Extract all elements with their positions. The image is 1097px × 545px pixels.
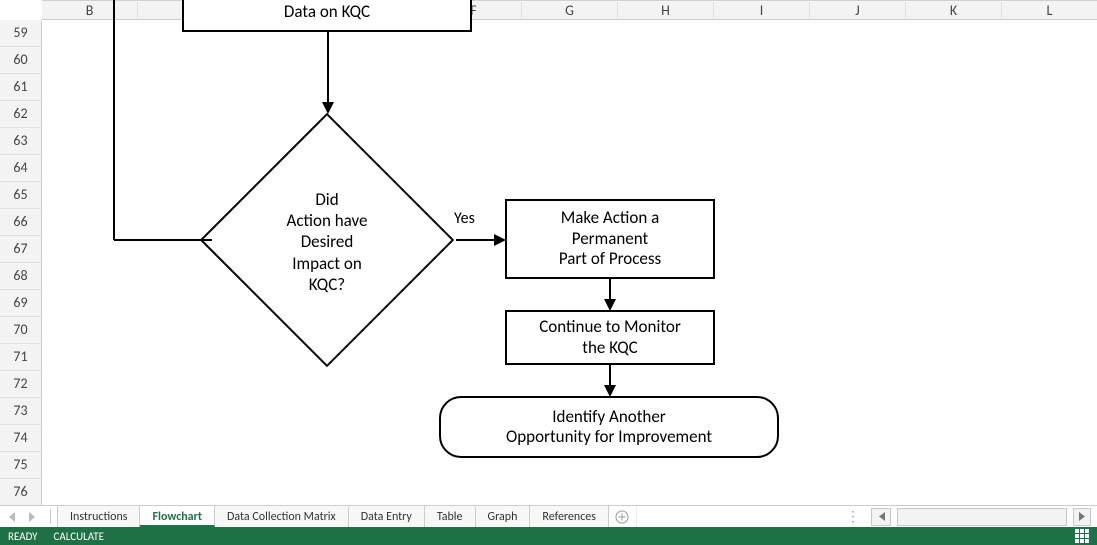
- row-header[interactable]: 74: [0, 425, 42, 452]
- row-header[interactable]: 63: [0, 128, 42, 155]
- flow-decision-diamond: [200, 113, 455, 368]
- column-header[interactable]: J: [810, 0, 906, 19]
- row-header[interactable]: 60: [0, 47, 42, 74]
- sheet-tab-data-entry[interactable]: Data Entry: [349, 506, 425, 527]
- row-header[interactable]: 70: [0, 317, 42, 344]
- row-header[interactable]: 69: [0, 290, 42, 317]
- sheet-tabs-host: InstructionsFlowchartData Collection Mat…: [57, 506, 609, 527]
- edge-label-yes: Yes: [454, 209, 475, 228]
- sheet-canvas: Collect AdditionalData on KQC DidAction …: [42, 20, 1097, 500]
- sheet-tab-references[interactable]: References: [530, 506, 609, 527]
- row-header[interactable]: 67: [0, 236, 42, 263]
- row-header[interactable]: 71: [0, 344, 42, 371]
- flow-collect-label: Collect AdditionalData on KQC: [266, 0, 388, 22]
- sheet-tab-data-collection-matrix[interactable]: Data Collection Matrix: [215, 506, 349, 527]
- tabs-right-controls: ⋮: [842, 506, 1097, 527]
- row-header[interactable]: 64: [0, 155, 42, 182]
- row-header[interactable]: 72: [0, 371, 42, 398]
- row-headers: 596061626364656667686970717273747576: [0, 20, 42, 506]
- sheet-tab-table[interactable]: Table: [425, 506, 476, 527]
- row-header[interactable]: 65: [0, 182, 42, 209]
- tab-nav-prev-icon[interactable]: [22, 506, 44, 527]
- new-sheet-button[interactable]: [609, 506, 637, 527]
- sheet-tab-flowchart[interactable]: Flowchart: [140, 506, 215, 527]
- tabs-menu-icon[interactable]: ⋮: [842, 508, 865, 525]
- row-header[interactable]: 59: [0, 20, 42, 47]
- column-header[interactable]: H: [618, 0, 714, 19]
- column-header[interactable]: B: [42, 0, 138, 19]
- flow-collect-box: Collect AdditionalData on KQC: [182, 0, 472, 32]
- flow-continue-box: Continue to Monitorthe KQC: [505, 310, 715, 365]
- line-loop-left: [112, 0, 212, 242]
- flow-make-permanent-box: Make Action aPermanentPart of Process: [505, 199, 715, 279]
- flow-identify-label: Identify AnotherOpportunity for Improvem…: [506, 407, 712, 448]
- sheet-tab-graph[interactable]: Graph: [476, 506, 531, 527]
- sheet-tab-instructions[interactable]: Instructions: [57, 506, 140, 527]
- row-header[interactable]: 76: [0, 479, 42, 506]
- flow-identify-box: Identify AnotherOpportunity for Improvem…: [439, 396, 779, 458]
- column-header[interactable]: L: [1002, 0, 1097, 19]
- tab-nav-first-icon[interactable]: [0, 506, 22, 527]
- status-ready: READY: [8, 530, 38, 543]
- tab-separator: [50, 509, 51, 524]
- row-header[interactable]: 66: [0, 209, 42, 236]
- plus-circle-icon: [615, 510, 629, 524]
- row-header[interactable]: 61: [0, 74, 42, 101]
- arrow-collect-to-decision: [320, 32, 336, 114]
- flow-continue-label: Continue to Monitorthe KQC: [539, 317, 681, 358]
- column-header[interactable]: I: [714, 0, 810, 19]
- hscroll-left-icon[interactable]: [871, 508, 891, 526]
- row-header[interactable]: 68: [0, 263, 42, 290]
- hscroll-right-icon[interactable]: [1073, 508, 1091, 526]
- row-header[interactable]: 75: [0, 452, 42, 479]
- arrow-decision-to-permanent: [456, 232, 506, 248]
- arrow-continue-to-identify: [602, 365, 618, 397]
- column-header[interactable]: K: [906, 0, 1002, 19]
- arrow-permanent-to-continue: [602, 279, 618, 311]
- column-header[interactable]: G: [522, 0, 618, 19]
- view-grid-icon[interactable]: [1075, 529, 1089, 543]
- row-header[interactable]: 73: [0, 398, 42, 425]
- spreadsheet-grid[interactable]: BCDEFGHIJKL 5960616263646566676869707172…: [0, 0, 1097, 500]
- status-calculate[interactable]: CALCULATE: [54, 530, 105, 543]
- row-header[interactable]: 62: [0, 101, 42, 128]
- status-bar: READY CALCULATE: [0, 527, 1097, 545]
- flow-make-permanent-label: Make Action aPermanentPart of Process: [559, 208, 661, 269]
- hscroll-track[interactable]: [897, 508, 1067, 526]
- sheet-tabs-row: InstructionsFlowchartData Collection Mat…: [0, 505, 1097, 527]
